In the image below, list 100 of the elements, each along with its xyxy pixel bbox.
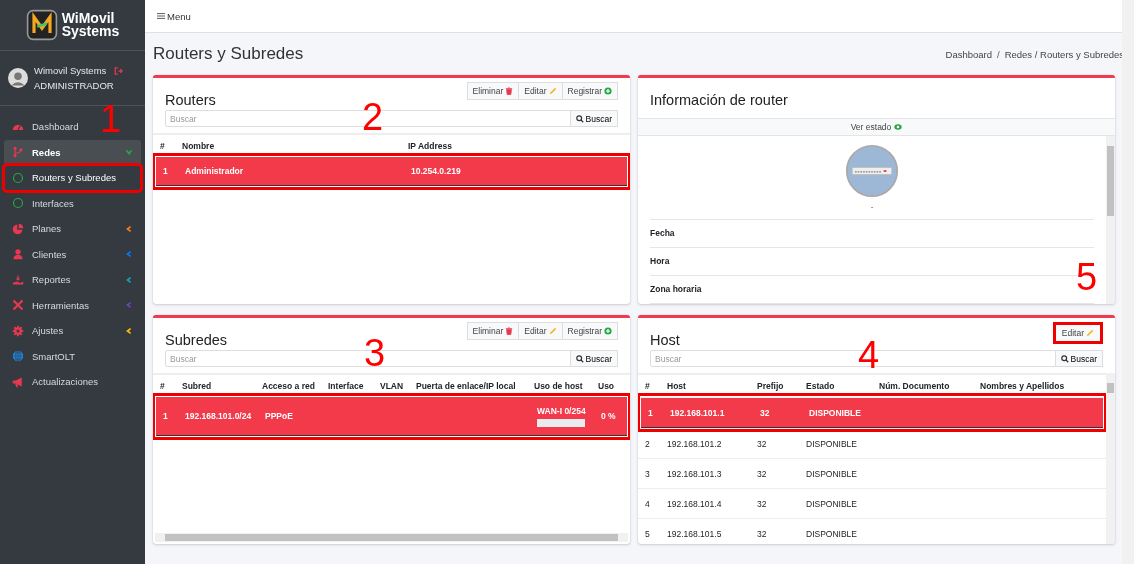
logo-icon <box>25 9 58 41</box>
table-cell-text: 192.168.101.1 <box>669 407 726 418</box>
pie-chart-icon <box>12 222 24 235</box>
sidebar-item[interactable]: Actualizaciones <box>4 369 106 395</box>
column-header: IP Address <box>407 141 453 151</box>
column-header: # <box>159 381 166 391</box>
vertical-scrollbar[interactable] <box>1106 136 1115 304</box>
table-cell-text: DISPONIBLE <box>805 468 859 479</box>
sidebar-item[interactable]: Ajustes <box>4 318 141 344</box>
card-title: Host <box>650 332 680 348</box>
table-cell-text: DISPONIBLE <box>805 498 859 509</box>
table-cell-text: 32 <box>756 438 768 449</box>
user-icon <box>12 248 24 261</box>
card-title: Subredes <box>165 332 228 348</box>
sidebar-item[interactable]: Reportes <box>4 267 141 293</box>
megaphone-icon <box>12 375 24 388</box>
search-button[interactable]: Buscar <box>570 110 618 127</box>
edit-button[interactable]: Editar <box>518 82 563 100</box>
edit-button[interactable]: Editar <box>518 322 563 340</box>
sidebar-item[interactable]: Clientes <box>4 241 141 267</box>
page-scrollbar[interactable] <box>1122 0 1134 564</box>
column-header: # <box>644 381 651 391</box>
pencil-icon <box>1086 329 1094 337</box>
table-cell-text: 192.168.101.4 <box>666 498 723 509</box>
column-header: Nombres y Apellidos <box>979 381 1066 391</box>
column-header: VLAN <box>379 381 405 391</box>
table-cell-text: 3 <box>644 468 651 479</box>
column-header: Nombre <box>181 141 216 151</box>
table-cell-text: 192.168.101.2 <box>666 438 723 449</box>
brand-name: WiMovil Systems <box>61 12 120 38</box>
table-row[interactable]: 4 192.168.101.4 32 DISPONIBLE <box>638 488 1106 518</box>
horizontal-scrollbar[interactable] <box>155 533 628 542</box>
menu-button[interactable]: Menu <box>157 10 191 22</box>
user-name: Wimovil Systems <box>34 64 107 78</box>
plus-circle-icon <box>604 87 612 95</box>
search-button[interactable]: Buscar <box>570 350 618 367</box>
menu-icon <box>157 12 165 20</box>
table-cell-text: 192.168.101.0/24 <box>184 411 253 421</box>
circle-icon <box>12 171 24 184</box>
breadcrumb-separator: / <box>997 48 1000 60</box>
register-button[interactable]: Registrar <box>561 322 618 340</box>
table-row[interactable]: 2 192.168.101.2 32 DISPONIBLE <box>638 428 1106 458</box>
column-header: Host <box>666 381 687 391</box>
usage-text: WAN-I 0/254 <box>536 405 587 416</box>
column-header: Uso <box>597 381 616 391</box>
breadcrumb-link[interactable]: Dashboard <box>945 48 992 60</box>
column-header: Núm. Documento <box>878 381 951 391</box>
table-cell-text: PPPoE <box>264 411 294 421</box>
table-row[interactable]: 5 192.168.101.5 32 DISPONIBLE <box>638 518 1106 544</box>
search-button[interactable]: Buscar <box>1055 350 1103 367</box>
table-cell-text: 32 <box>759 407 771 418</box>
register-button[interactable]: Registrar <box>561 82 618 100</box>
table-cell-text: 2 <box>644 438 651 449</box>
column-header: Uso de host <box>533 381 584 391</box>
search-icon <box>575 114 584 123</box>
vertical-scrollbar[interactable] <box>1106 373 1115 544</box>
table-cell-text: Administrador <box>184 166 245 176</box>
circle-icon <box>12 197 24 210</box>
table-cell-text: 192.168.101.5 <box>666 528 723 539</box>
plus-circle-icon <box>604 327 612 335</box>
settings-icon <box>12 324 24 337</box>
sidebar-item[interactable]: SmartOLT <box>4 343 84 369</box>
delete-button[interactable]: Eliminar <box>466 82 520 100</box>
sidebar-item[interactable]: Redes <box>4 139 141 165</box>
column-header: Subred <box>181 381 213 391</box>
view-status-button[interactable]: Ver estado <box>638 119 1115 136</box>
search-icon <box>575 354 584 363</box>
sidebar-subitem[interactable]: Routers y Subredes <box>4 165 141 191</box>
tools-icon <box>12 299 24 312</box>
table-cell-text: 1 <box>162 411 169 421</box>
delete-button[interactable]: Eliminar <box>466 322 520 340</box>
sidebar-item[interactable]: Planes <box>4 216 141 242</box>
pencil-icon <box>548 87 557 95</box>
router-device-drawing <box>844 144 900 198</box>
column-header: Prefijo <box>756 381 785 391</box>
info-label: Fecha <box>650 220 1094 248</box>
logout-icon[interactable] <box>114 65 125 76</box>
sidebar-item[interactable]: Dashboard <box>4 114 87 140</box>
hand-icon <box>12 273 24 286</box>
eye-icon <box>894 123 903 131</box>
table-cell-text: 10.254.0.219 <box>410 166 462 176</box>
card-title: Routers <box>165 92 216 108</box>
column-header: Puerta de enlace/IP local <box>415 381 517 391</box>
globe-icon <box>12 350 24 363</box>
column-header: # <box>159 141 166 151</box>
branch-icon <box>12 146 24 159</box>
column-header: Interface <box>327 381 365 391</box>
trash-icon <box>505 327 514 335</box>
table-cell-text: 5 <box>644 528 651 539</box>
table-cell-text: 32 <box>756 468 768 479</box>
table-cell-text: 1 <box>647 407 654 418</box>
table-cell-text: 192.168.101.3 <box>666 468 723 479</box>
sidebar-subitem[interactable]: Interfaces <box>4 190 141 216</box>
table-cell-text: 32 <box>756 498 768 509</box>
device-caption: - <box>650 198 1094 220</box>
column-header: Acceso a red <box>261 381 316 391</box>
sidebar-item[interactable]: Herramientas <box>4 292 141 318</box>
table-row[interactable]: 3 192.168.101.3 32 DISPONIBLE <box>638 458 1106 488</box>
table-cell-text: 32 <box>756 528 768 539</box>
edit-button[interactable]: Editar <box>1052 322 1103 344</box>
